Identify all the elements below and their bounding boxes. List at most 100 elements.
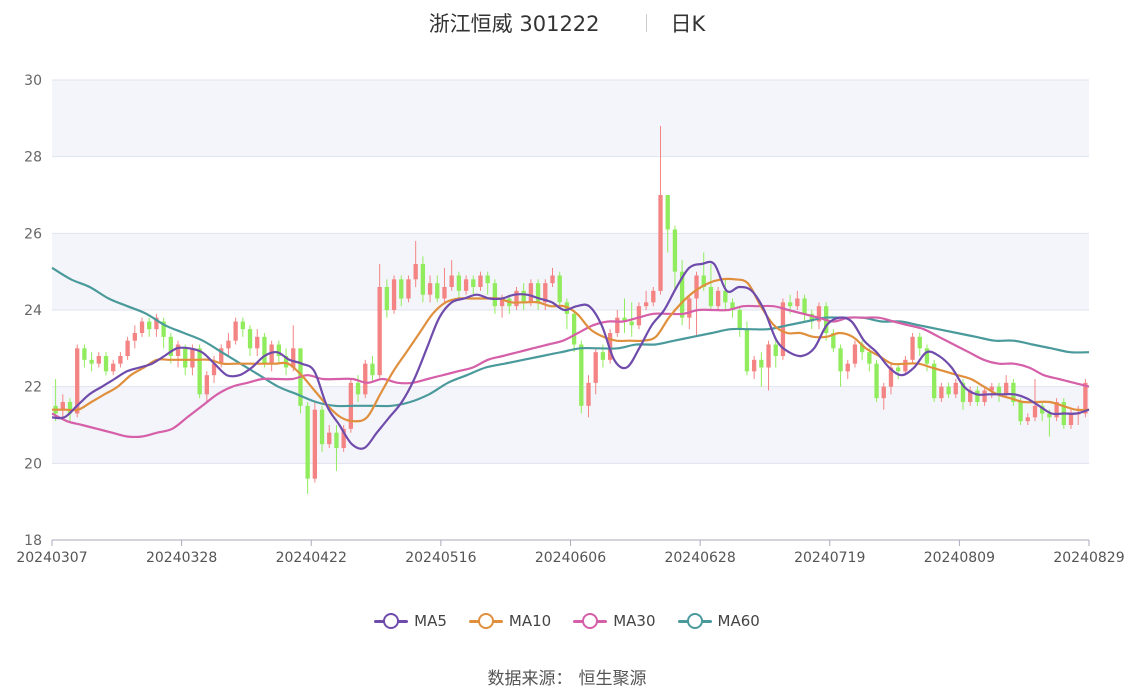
candle-up [190,348,195,368]
candle-up [514,290,519,307]
legend-item-ma10[interactable]: MA10 [468,612,551,630]
candle-up [204,375,209,395]
candle-down [946,386,951,395]
candle-up [413,264,418,280]
candle-up [939,386,944,399]
candle-up [226,340,231,349]
candle-down [103,356,109,372]
data-source: 数据来源： 恒生聚源 [0,664,1134,689]
legend-item-ma60[interactable]: MA60 [677,612,760,630]
candle-down [1018,402,1023,422]
candle-up [1025,417,1030,422]
candle-down [723,290,728,303]
y-tick-label: 24 [24,303,42,319]
legend-label-ma5: MA5 [414,612,447,630]
plot-band [52,233,1089,310]
y-tick-label: 30 [24,73,42,89]
candle-up [903,359,908,372]
candle-up [125,340,130,356]
candle-up [636,306,642,326]
candle-down [896,367,901,372]
candle-down [629,321,634,326]
candle-down [787,302,793,307]
candle-up [327,432,332,445]
legend-swatch-ma10 [468,613,503,629]
candle-down [521,290,526,303]
candle-up [852,344,858,364]
source-name: 恒生聚源 [578,669,647,689]
y-tick-label: 26 [24,226,42,242]
candle-down [802,298,807,314]
candle-down [708,287,714,307]
y-tick-label: 28 [24,150,42,166]
candle-up [406,279,411,299]
candle-up [658,195,663,291]
legend-circle-ma10 [477,613,494,629]
y-tick-label: 18 [24,533,42,549]
candle-down [557,275,562,303]
candle-down [917,336,922,349]
candle-up [715,290,721,307]
kline-chart: 18 20 22 24 26 28 30 20240307 20240328 20240422 20… [16,73,1124,566]
candle-up [751,359,757,372]
candle-up [910,336,915,360]
y-tick-label: 22 [24,380,42,396]
x-tick-label: 20240809 [924,550,995,566]
candle-down [82,348,87,360]
candle-down [240,321,245,330]
candle-up [132,333,137,341]
x-tick-label: 20240516 [405,550,476,566]
candle-down [773,344,778,356]
legend-item-ma5[interactable]: MA5 [374,612,447,630]
candle-up [687,298,692,318]
x-tick-label: 20240606 [535,550,606,566]
legend-swatch-ma30 [573,613,608,629]
candle-up [175,344,181,356]
candle-down [399,279,404,299]
candle-down [370,363,375,376]
candle-down [492,283,498,307]
legend-swatch-ma5 [374,613,409,629]
candle-up [463,279,469,291]
candle-up [643,302,649,307]
candle-up [96,356,101,364]
candle-down [485,275,490,284]
candle-up [881,386,886,399]
candle-down [247,329,253,349]
plot-band [52,80,1089,157]
candle-down [874,363,879,399]
candle-up [1032,405,1038,418]
candle-down [147,321,152,330]
candle-down [435,283,440,299]
candle-down [197,348,202,395]
candle-down [384,287,390,310]
legend-circle-ma60 [686,613,703,629]
candle-down [420,264,426,295]
legend-swatch-ma60 [677,613,712,629]
candle-up [118,356,123,364]
chart-legend: MA5 MA10 MA30 MA60 [0,612,1134,630]
candle-down [334,432,339,448]
candle-down [183,348,188,368]
x-tick-label: 20240422 [276,550,347,566]
candle-down [737,310,742,330]
legend-circle-ma30 [582,613,599,629]
candle-down [744,329,750,372]
candle-down [89,359,94,364]
candle-down [838,348,843,372]
candle-up [651,290,656,303]
candle-up [478,275,483,287]
legend-item-ma30[interactable]: MA30 [573,612,656,630]
candle-down [579,344,584,406]
candle-down [319,409,325,445]
candle-down [305,405,310,479]
y-tick-label: 20 [24,456,42,472]
legend-label-ma30: MA30 [613,612,656,630]
candle-down [471,279,476,287]
legend-circle-ma5 [383,613,400,629]
candle-up [139,321,145,333]
candle-up [694,275,699,299]
candle-down [975,390,980,402]
x-tick-label: 20240307 [16,550,87,566]
candle-up [233,321,238,341]
